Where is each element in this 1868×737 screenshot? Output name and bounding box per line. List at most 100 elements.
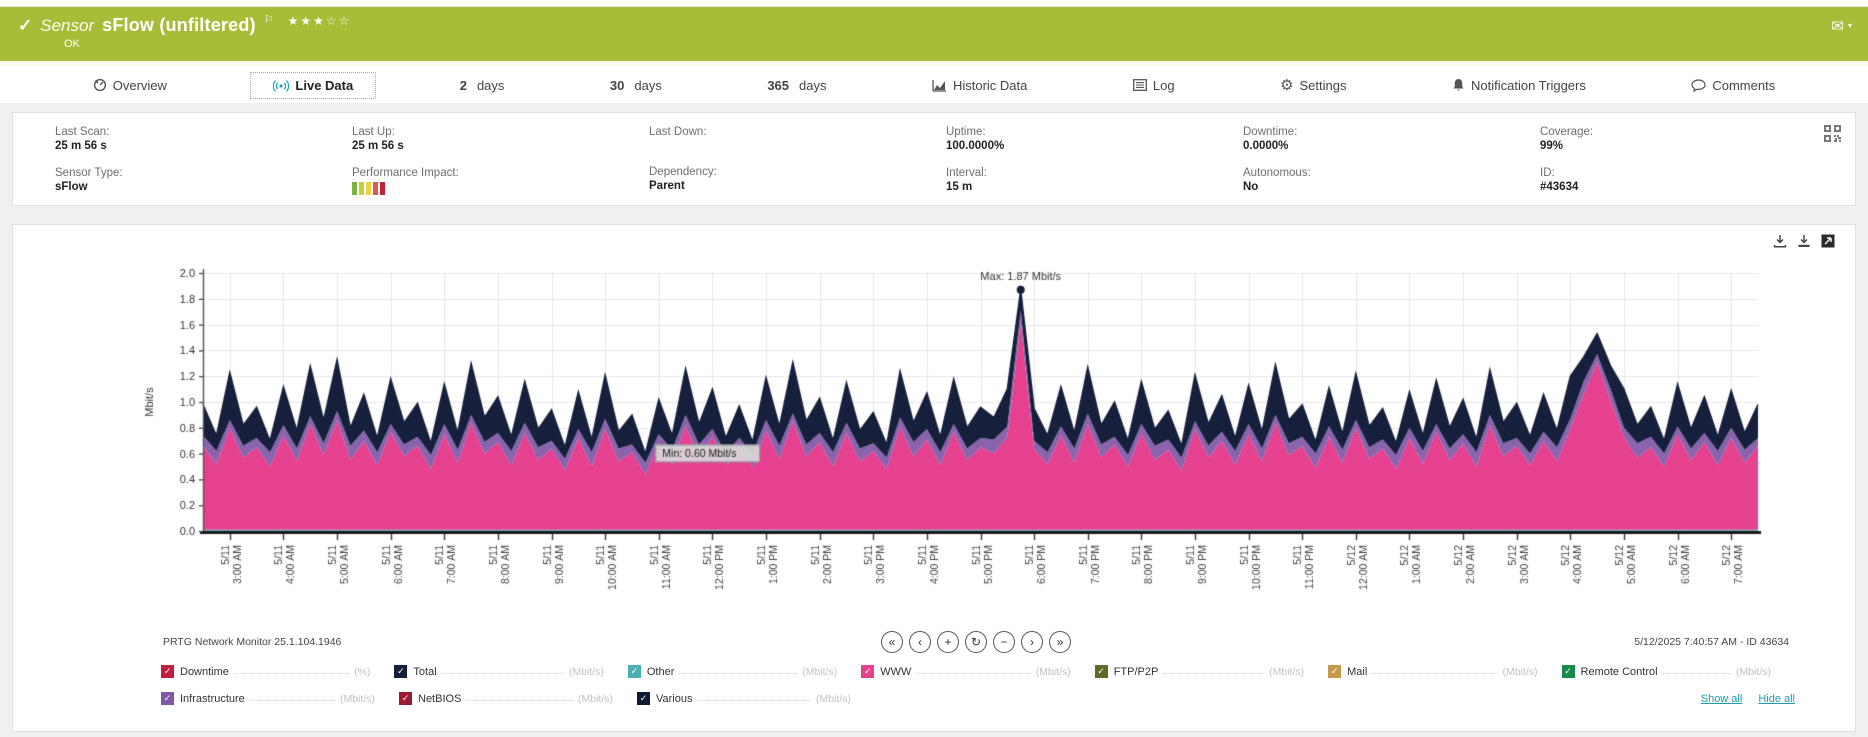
field-value-interval: 15 m [946,181,973,193]
tab-label: days [476,77,505,93]
legend-unit: (Mbit/s) [816,692,851,705]
nav-zoom-in-button[interactable]: + [937,631,959,653]
legend-label: Mail [1347,665,1368,678]
time-navigation: « ‹ + ↻ − › » [493,631,1459,653]
field-label-last-down: Last Down: [649,126,707,138]
bell-icon [1453,79,1464,91]
legend-item-total[interactable]: ✓ Total (Mbit/s) [394,665,604,678]
nav-reset-button[interactable]: ↻ [965,631,987,653]
legend-checkbox[interactable]: ✓ [399,692,412,705]
legend-item-infrastructure[interactable]: ✓ Infrastructure (Mbit/s) [161,692,375,705]
field-value-autonomous: No [1243,181,1259,193]
field-label-id: ID: [1540,167,1555,179]
chart-icon [932,79,946,92]
legend-checkbox[interactable]: ✓ [1561,665,1575,678]
field-label-coverage: Coverage: [1540,126,1594,138]
nav-back-button[interactable]: ‹ [909,631,931,653]
tab-label: days [634,77,662,93]
gear-icon: ⚙ [1280,76,1294,94]
notification-mail-button[interactable]: ✉ ▾ [1831,17,1852,35]
tab-30-days[interactable]: 30 days [588,73,684,98]
legend-checkbox[interactable]: ✓ [1328,665,1342,678]
sensor-status-badge: OK [64,38,80,50]
sensor-kind-label: Sensor [40,15,95,35]
priority-stars[interactable]: ★★★☆☆ [288,14,352,28]
tab-label: Log [1152,77,1175,93]
legend-checkbox[interactable]: ✓ [627,665,641,678]
nav-zoom-out-button[interactable]: − [993,631,1015,653]
field-value-last-down [649,139,946,152]
legend-unit: (Mbit/s) [1269,665,1305,678]
legend-checkbox[interactable]: ✓ [394,665,408,678]
field-value-sensor-type: sFlow [55,181,88,193]
legend-item-downtime[interactable]: ✓ Downtime (%) [161,665,370,678]
prtg-version-text: PRTG Network Monitor 25.1.104.1946 [163,636,342,648]
legend-item-other[interactable]: ✓ Other (Mbit/s) [627,665,837,678]
legend-unit: (Mbit/s) [340,692,375,705]
legend-item-various[interactable]: ✓ Various (Mbit/s) [637,692,851,705]
legend-item-www[interactable]: ✓ WWW (Mbit/s) [861,665,1071,678]
qr-code-icon[interactable] [1824,125,1841,147]
impact-bar [366,182,371,195]
legend-label: Various [656,692,693,705]
tab-label: days [799,77,827,93]
legend-checkbox[interactable]: ✓ [161,665,174,678]
field-value-id: #43634 [1540,181,1579,193]
field-label-dependency: Dependency: [649,166,717,178]
nav-last-button[interactable]: » [1049,631,1071,653]
status-ok-check-icon: ✓ [18,15,33,35]
legend-label: Remote Control [1580,665,1658,678]
nav-first-button[interactable]: « [881,631,903,653]
legend-checkbox[interactable]: ✓ [861,665,875,678]
legend-checkbox[interactable]: ✓ [1094,665,1108,678]
legend-label: WWW [880,665,912,678]
tab-overview[interactable]: Overview [71,73,189,98]
log-list-icon [1132,79,1147,91]
field-value-last-scan: 25 m 56 s [55,140,107,152]
tab-settings[interactable]: ⚙ Settings [1258,73,1368,98]
legend-label: Infrastructure [180,692,245,705]
nav-forward-button[interactable]: › [1021,631,1043,653]
field-value-last-up: 25 m 56 s [352,140,404,152]
legend-unit: (Mbit/s) [1735,665,1771,678]
tab-comments[interactable]: Comments [1669,73,1797,98]
tab-log[interactable]: Log [1111,73,1197,98]
legend-label: NetBIOS [418,692,462,705]
impact-bar [380,182,385,195]
priority-flag-icon[interactable]: ⚐ [264,13,274,26]
field-label-interval: Interval: [946,167,987,179]
field-value-coverage: 99% [1540,140,1564,152]
legend-item-remote-control[interactable]: ✓ Remote Control (Mbit/s) [1561,665,1771,678]
show-all-link[interactable]: Show all [1701,693,1743,705]
comment-bubble-icon [1691,78,1706,92]
impact-bar [352,182,357,195]
chart-timestamp-text: 5/12/2025 7:40:57 AM - ID 43634 [1634,636,1789,648]
export-fullscreen-icon[interactable] [1821,234,1835,248]
legend-unit: (Mbit/s) [1035,665,1071,678]
field-value-downtime: 0.0000% [1243,140,1289,152]
download-data-icon[interactable] [1773,234,1787,248]
sensor-info-panel: Last Scan: 25 m 56 s Sensor Type: sFlow … [12,112,1856,206]
legend-unit: (%) [354,665,371,678]
legend-label: Total [413,665,437,678]
tab-365-days[interactable]: 365 days [745,73,848,98]
legend-label: Downtime [180,665,229,678]
legend-item-netbios[interactable]: ✓ NetBIOS (Mbit/s) [399,692,613,705]
live-data-chart[interactable] [33,251,1823,629]
hide-all-link[interactable]: Hide all [1758,693,1795,705]
legend-checkbox[interactable]: ✓ [637,692,650,705]
tab-label: Overview [112,77,167,93]
chart-legend: ✓ Downtime (%) ✓ Total (Mbit/s) ✓ Other … [33,653,1835,723]
tab-historic-data[interactable]: Historic Data [910,73,1049,98]
tab-notification-triggers[interactable]: Notification Triggers [1430,73,1608,98]
legend-item-mail[interactable]: ✓ Mail (Mbit/s) [1328,665,1538,678]
legend-checkbox[interactable]: ✓ [161,692,174,705]
download-image-icon[interactable] [1797,234,1811,248]
legend-unit: (Mbit/s) [578,692,613,705]
legend-unit: (Mbit/s) [568,665,604,678]
tab-live-data[interactable]: Live Data [250,71,377,99]
tab-2-days[interactable]: 2 days [438,73,527,98]
legend-item-ftp-p2p[interactable]: ✓ FTP/P2P (Mbit/s) [1094,665,1305,678]
chevron-down-icon: ▾ [1847,21,1852,30]
tab-label: Historic Data [952,77,1028,93]
